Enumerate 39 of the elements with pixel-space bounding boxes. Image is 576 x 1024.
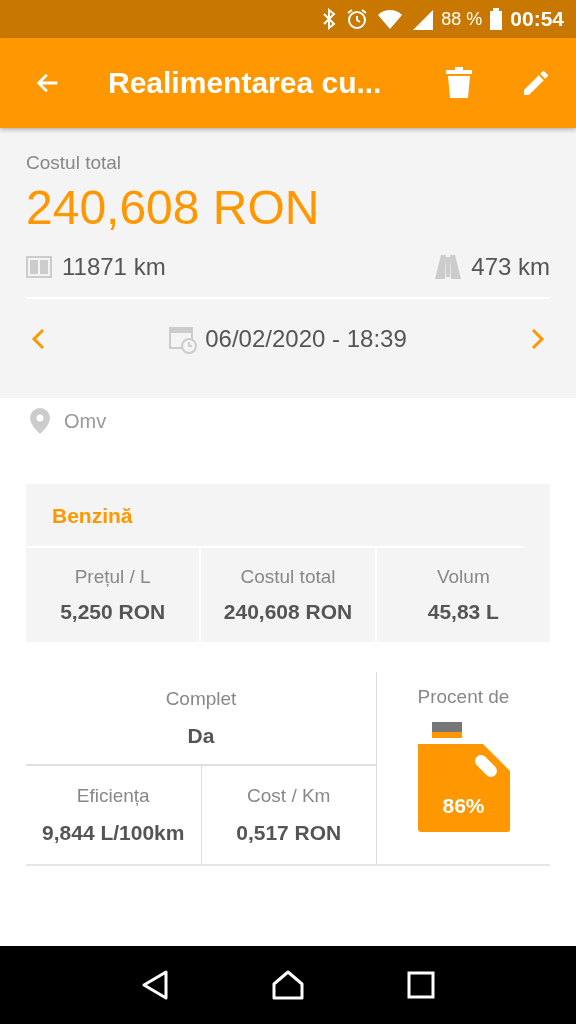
total-cost: 240,608 RON <box>26 180 321 235</box>
stat-label: Eficiența <box>76 785 150 807</box>
signal-icon <box>411 8 434 30</box>
clock: 00:54 <box>510 7 564 31</box>
complete-value: Da <box>187 724 215 748</box>
battery-icon <box>490 8 503 30</box>
calendar-clock-icon <box>169 324 198 354</box>
home-icon <box>272 970 304 1000</box>
trash-icon <box>446 67 472 99</box>
bluetooth-icon <box>321 8 338 30</box>
complete-label: Complet <box>165 688 237 710</box>
stat-value: 0,517 RON <box>236 821 342 845</box>
chevron-right-icon <box>530 327 546 351</box>
column-value: 5,250 RON <box>60 600 166 624</box>
triangle-back-icon <box>141 970 170 1000</box>
stat-value: 9,844 L/100km <box>42 821 185 845</box>
fuel-percent: 86% <box>441 794 486 818</box>
column-label: Costul total <box>240 566 336 588</box>
column-label: Prețul / L <box>74 566 151 588</box>
toolbar-title: Realimentarea cu... <box>108 66 383 100</box>
odometer-icon <box>26 256 52 278</box>
stat-label: Cost / Km <box>247 785 331 807</box>
fuel-type: Benzină <box>26 484 524 548</box>
column-label: Volum <box>436 566 490 588</box>
road-icon <box>435 255 462 279</box>
location-name: Omv <box>64 409 107 433</box>
column-value: 45,83 L <box>427 600 499 624</box>
percent-label: Procent de <box>417 686 510 708</box>
chevron-left-icon <box>30 327 46 351</box>
date-time: 06/02/2020 - 18:39 <box>205 325 407 353</box>
total-cost-label: Costul total <box>26 152 123 174</box>
fuel-can-icon <box>417 722 510 832</box>
square-icon <box>406 971 435 999</box>
battery-percent: 88 % <box>441 8 483 30</box>
location-pin-icon <box>30 408 50 434</box>
trip-distance: 473 km <box>471 253 550 281</box>
odometer-reading: 11871 km <box>62 253 166 281</box>
column-value: 240,608 RON <box>223 600 353 624</box>
wifi-icon <box>377 8 404 30</box>
